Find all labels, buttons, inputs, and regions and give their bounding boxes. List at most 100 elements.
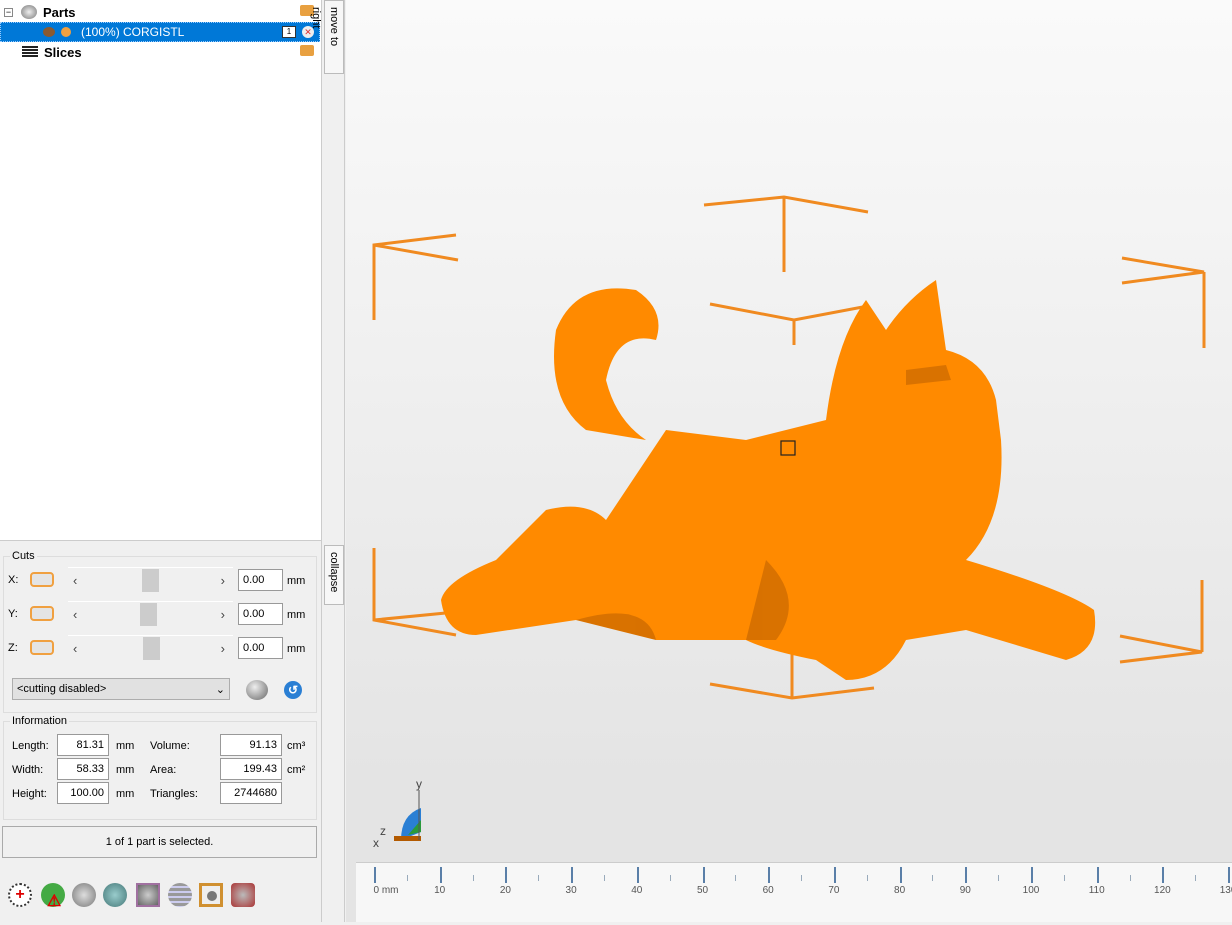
3d-viewport[interactable]: y z x [346,0,1232,922]
ruler-minor-tick [1129,875,1131,881]
area-label: Area: [150,764,177,776]
ruler-label: 130 [1219,885,1232,896]
cut-y-input[interactable] [238,603,283,625]
move-to-right-tab[interactable]: move to right [310,0,344,74]
ruler-tick [374,867,376,883]
slice-view-icon[interactable] [168,883,192,907]
ruler-minor-tick [1063,875,1065,881]
unit-label: mm [287,609,306,621]
height-value [57,782,109,804]
collapse-toggle[interactable]: − [4,7,13,17]
axis-x-label: x [373,836,379,850]
parts-label: Parts [43,4,76,20]
repair-warning-icon[interactable]: ⚠ [41,883,65,910]
ruler-tick [899,867,902,883]
cut-x-input[interactable] [238,569,283,591]
model-scene: y z x [372,195,1206,850]
ruler-tick [965,867,968,883]
ruler-minor-tick [735,875,737,881]
open-folder-icon[interactable] [300,45,314,56]
unit-label: mm [287,575,306,587]
width-value [57,758,109,780]
ruler-label: 60 [762,885,774,896]
ruler-minor-tick [669,875,671,881]
unit-label: mm [287,643,306,655]
cuts-title: Cuts [12,550,35,562]
ruler-minor-tick [538,875,540,881]
ruler-label: 10 [434,885,446,896]
ruler-label: 50 [696,885,709,896]
ruler-tick [702,867,705,883]
ruler-tick [439,867,442,883]
height-label: Height: [12,788,47,800]
collapse-tab[interactable]: collapse [324,545,344,605]
cut-x-slider[interactable]: ‹ › [68,567,233,595]
ruler-minor-tick [472,875,474,881]
cut-x-toggle[interactable] [30,572,54,587]
cut-z-input[interactable] [238,637,283,659]
reset-cut-icon[interactable]: ↺ [284,681,302,699]
ruler-tick [1162,867,1165,883]
ruler-tick [571,867,574,883]
add-part-gear-icon[interactable]: + [8,883,32,907]
slices-icon [22,46,38,58]
ruler-tick [505,867,508,883]
ruler-label: 110 [1088,885,1105,896]
length-label: Length: [12,740,49,752]
unit-label: mm [116,788,135,800]
chevron-down-icon: ⌄ [215,684,225,696]
tree-node-slices[interactable]: Slices [0,42,320,62]
ruler-tick [636,867,639,883]
part-row-corgistl[interactable]: (100%) CORGISTL 1 ✕ [0,22,320,42]
ruler-minor-tick [866,875,868,881]
ruler-label: 80 [894,885,906,896]
tree-node-parts[interactable]: − Parts [0,2,320,22]
area-value [220,758,282,780]
split-parts-icon[interactable] [103,883,127,907]
cut-y-slider[interactable]: ‹ › [68,601,233,629]
ruler-minor-tick [603,875,605,881]
ruler-minor-tick [406,875,408,881]
axis-label: Z: [8,641,18,654]
cutting-mode-select[interactable]: <cutting disabled> ⌄ [12,678,230,700]
mesh-view-icon[interactable] [231,883,255,907]
ruler-tick [1031,867,1033,883]
cut-sphere-icon[interactable] [246,680,268,700]
cut-z-toggle[interactable] [30,640,54,655]
cut-y-toggle[interactable] [30,606,54,621]
part-count-badge[interactable]: 1 [282,26,296,38]
ruler-label: 20 [499,885,511,896]
merge-parts-icon[interactable] [72,883,96,907]
axis-z-label: z [380,824,386,838]
axes-gizmo: y z x [373,777,422,850]
unit-label: mm [116,764,135,776]
volume-label: Volume: [150,740,190,752]
ruler-label: 100 [1022,885,1040,896]
ruler-label: 90 [959,885,971,896]
ruler-minor-tick [998,875,1000,881]
parts-icon [21,5,37,19]
parts-tree: − Parts (100%) CORGISTL 1 ✕ Slices [0,0,321,541]
ruler-minor-tick [932,875,934,881]
part-name: (100%) CORGISTL [81,25,185,39]
unit-label: cm² [287,764,306,776]
ruler-minor-tick [801,875,803,881]
ruler-tick [1096,867,1099,883]
cutting-mode-value: <cutting disabled> [17,683,107,695]
ruler-label: 40 [631,885,643,896]
ruler-tick [1228,867,1231,883]
visibility-eye-icon[interactable] [61,27,71,37]
cut-z-slider[interactable]: ‹ › [68,635,233,663]
axis-label: Y: [8,607,18,620]
ruler-label: 30 [565,885,577,896]
axis-label: X: [8,573,19,586]
width-label: Width: [12,764,44,776]
solid-view-icon[interactable] [199,883,223,907]
ruler-label: 0 mm [373,885,399,896]
axis-y-label: y [416,777,422,791]
volume-value [220,734,282,756]
bounding-box-icon[interactable] [136,883,160,907]
triangles-label: Triangles: [150,788,198,800]
unit-label: cm³ [287,740,306,752]
triangles-value [220,782,282,804]
